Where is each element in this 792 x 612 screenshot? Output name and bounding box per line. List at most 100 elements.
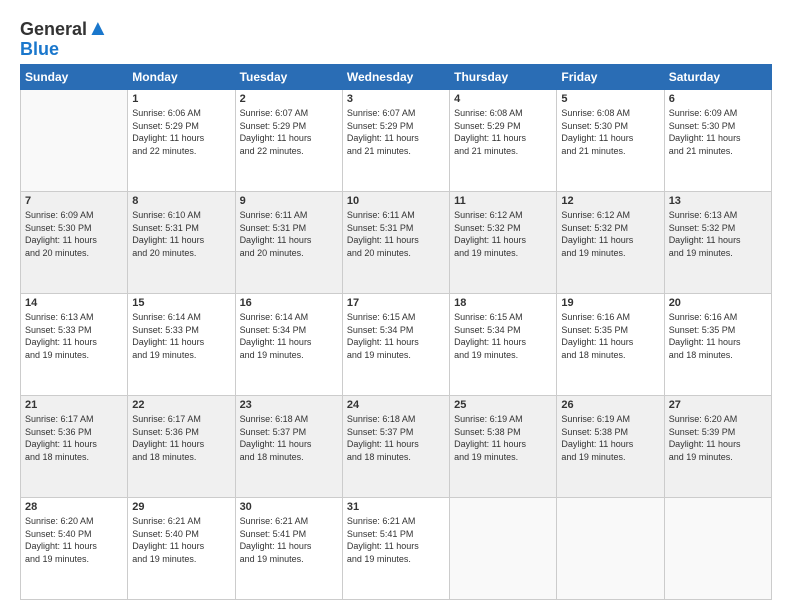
day-info: Sunrise: 6:12 AMSunset: 5:32 PMDaylight:… [561,209,659,259]
day-info: Sunrise: 6:20 AMSunset: 5:39 PMDaylight:… [669,413,767,463]
weekday-header-saturday: Saturday [664,65,771,90]
calendar-cell: 23 Sunrise: 6:18 AMSunset: 5:37 PMDayligh… [235,396,342,498]
day-number: 11 [454,195,552,207]
calendar-cell: 8Sunrise: 6:10 AMSunset: 5:31 PMDaylight… [128,192,235,294]
calendar-week-1: 1 Sunrise: 6:06 AMSunset: 5:29 PMDaylight… [21,90,772,192]
daylight-label: Daylight: 11 hours [669,439,741,449]
day-info: Sunrise: 6:08 AMSunset: 5:30 PMDaylight:… [561,107,659,157]
day-number: 26 [561,399,659,411]
sunrise-text: Sunrise: 6:19 AM [454,414,523,424]
daylight-minutes: and 19 minutes. [454,350,518,360]
sunrise-text: Sunrise: 6:12 AM [454,210,523,220]
daylight-minutes: and 18 minutes. [25,452,89,462]
daylight-label: Daylight: 11 hours [561,337,633,347]
daylight-minutes: and 18 minutes. [132,452,196,462]
calendar-cell: 29Sunrise: 6:21 AMSunset: 5:40 PMDayligh… [128,498,235,600]
calendar-cell: 11 Sunrise: 6:12 AMSunset: 5:32 PMDayligh… [450,192,557,294]
day-info: Sunrise: 6:21 AMSunset: 5:41 PMDaylight:… [347,515,445,565]
day-number: 3 [347,93,445,105]
weekday-header-sunday: Sunday [21,65,128,90]
day-info: Sunrise: 6:15 AM Sunset: 5:34 PM Daylight:… [454,311,552,361]
sunset-text: Sunset: 5:31 PM [347,223,414,233]
daylight-label: Daylight: 11 hours [132,439,204,449]
day-number: 5 [561,93,659,105]
sunset-text: Sunset: 5:39 PM [669,427,736,437]
daylight-label: Daylight: 11 hours [25,337,97,347]
daylight-minutes: and 18 minutes. [240,452,304,462]
calendar-cell: 27Sunrise: 6:20 AMSunset: 5:39 PMDayligh… [664,396,771,498]
calendar-cell: 14 Sunrise: 6:13 AMSunset: 5:33 PMDayligh… [21,294,128,396]
sunset-text: Sunset: 5:34 PM [454,325,521,335]
day-number: 28 [25,501,123,513]
sunset-text: Sunset: 5:30 PM [25,223,92,233]
daylight-minutes: and 19 minutes. [240,350,304,360]
day-info: Sunrise: 6:18 AMSunset: 5:37 PMDaylight:… [240,413,338,463]
day-number: 7 [25,195,123,207]
day-number: 1 [132,93,230,105]
sunrise-text: Sunrise: 6:15 AM [454,312,523,322]
day-number: 9 [240,195,338,207]
daylight-label: Daylight: 11 hours [240,133,312,143]
calendar-cell: 26Sunrise: 6:19 AMSunset: 5:38 PMDayligh… [557,396,664,498]
daylight-minutes: and 21 minutes. [669,146,733,156]
calendar-cell [21,90,128,192]
daylight-label: Daylight: 11 hours [347,133,419,143]
day-number: 14 [25,297,123,309]
daylight-label: Daylight: 11 hours [561,235,633,245]
day-info: Sunrise: 6:15 AMSunset: 5:34 PMDaylight:… [347,311,445,361]
sunset-text: Sunset: 5:38 PM [561,427,628,437]
daylight-label: Daylight: 11 hours [454,133,526,143]
day-info: Sunrise: 6:16 AMSunset: 5:35 PMDaylight:… [561,311,659,361]
daylight-minutes: and 18 minutes. [669,350,733,360]
sunrise-text: Sunrise: 6:11 AM [240,210,308,220]
daylight-minutes: and 19 minutes. [561,248,625,258]
day-number: 31 [347,501,445,513]
sunset-text: Sunset: 5:31 PM [132,223,199,233]
sunrise-text: Sunrise: 6:08 AM [454,108,523,118]
daylight-minutes: and 20 minutes. [347,248,411,258]
daylight-minutes: and 19 minutes. [132,554,196,564]
daylight-label: Daylight: 11 hours [561,133,633,143]
logo: General▲Blue [20,16,109,60]
daylight-minutes: and 21 minutes. [347,146,411,156]
sunset-text: Sunset: 5:29 PM [132,121,199,131]
sunrise-text: Sunrise: 6:16 AM [561,312,630,322]
sunset-text: Sunset: 5:31 PM [240,223,307,233]
sunrise-text: Sunrise: 6:13 AM [669,210,738,220]
weekday-header-thursday: Thursday [450,65,557,90]
daylight-minutes: and 21 minutes. [561,146,625,156]
calendar-cell: 12Sunrise: 6:12 AMSunset: 5:32 PMDayligh… [557,192,664,294]
sunrise-text: Sunrise: 6:09 AM [669,108,738,118]
sunrise-text: Sunrise: 6:19 AM [561,414,630,424]
sunset-text: Sunset: 5:40 PM [132,529,199,539]
day-number: 19 [561,297,659,309]
sunset-text: Sunset: 5:41 PM [347,529,414,539]
daylight-label: Daylight: 11 hours [240,337,312,347]
day-info: Sunrise: 6:13 AMSunset: 5:33 PMDaylight:… [25,311,123,361]
header: General▲Blue [20,16,772,60]
daylight-minutes: and 22 minutes. [240,146,304,156]
day-info: Sunrise: 6:14 AMSunset: 5:34 PMDaylight:… [240,311,338,361]
sunrise-text: Sunrise: 6:07 AM [347,108,416,118]
day-info: Sunrise: 6:07 AMSunset: 5:29 PMDaylight:… [240,107,338,157]
calendar-cell: 17 Sunrise: 6:15 AMSunset: 5:34 PMDayligh… [342,294,449,396]
sunset-text: Sunset: 5:30 PM [561,121,628,131]
day-number: 25 [454,399,552,411]
daylight-label: Daylight: 11 hours [347,337,419,347]
daylight-label: Daylight: 11 hours [132,235,204,245]
calendar-header-row: SundayMondayTuesdayWednesdayThursdayFrid… [21,65,772,90]
daylight-label: Daylight: 11 hours [454,337,526,347]
day-number: 23 [240,399,338,411]
day-info: Sunrise: 6:06 AMSunset: 5:29 PMDaylight:… [132,107,230,157]
daylight-label: Daylight: 11 hours [669,337,741,347]
day-number: 16 [240,297,338,309]
day-info: Sunrise: 6:11 AMSunset: 5:31 PMDaylight:… [240,209,338,259]
sunset-text: Sunset: 5:33 PM [25,325,92,335]
day-number: 17 [347,297,445,309]
day-info: Sunrise: 6:10 AMSunset: 5:31 PMDaylight:… [132,209,230,259]
sunrise-text: Sunrise: 6:21 AM [132,516,201,526]
day-info: Sunrise: 6:12 AMSunset: 5:32 PMDaylight:… [454,209,552,259]
calendar-cell: 5 Sunrise: 6:08 AMSunset: 5:30 PMDaylight… [557,90,664,192]
day-number: 13 [669,195,767,207]
sunrise-text: Sunrise: 6:09 AM [25,210,94,220]
